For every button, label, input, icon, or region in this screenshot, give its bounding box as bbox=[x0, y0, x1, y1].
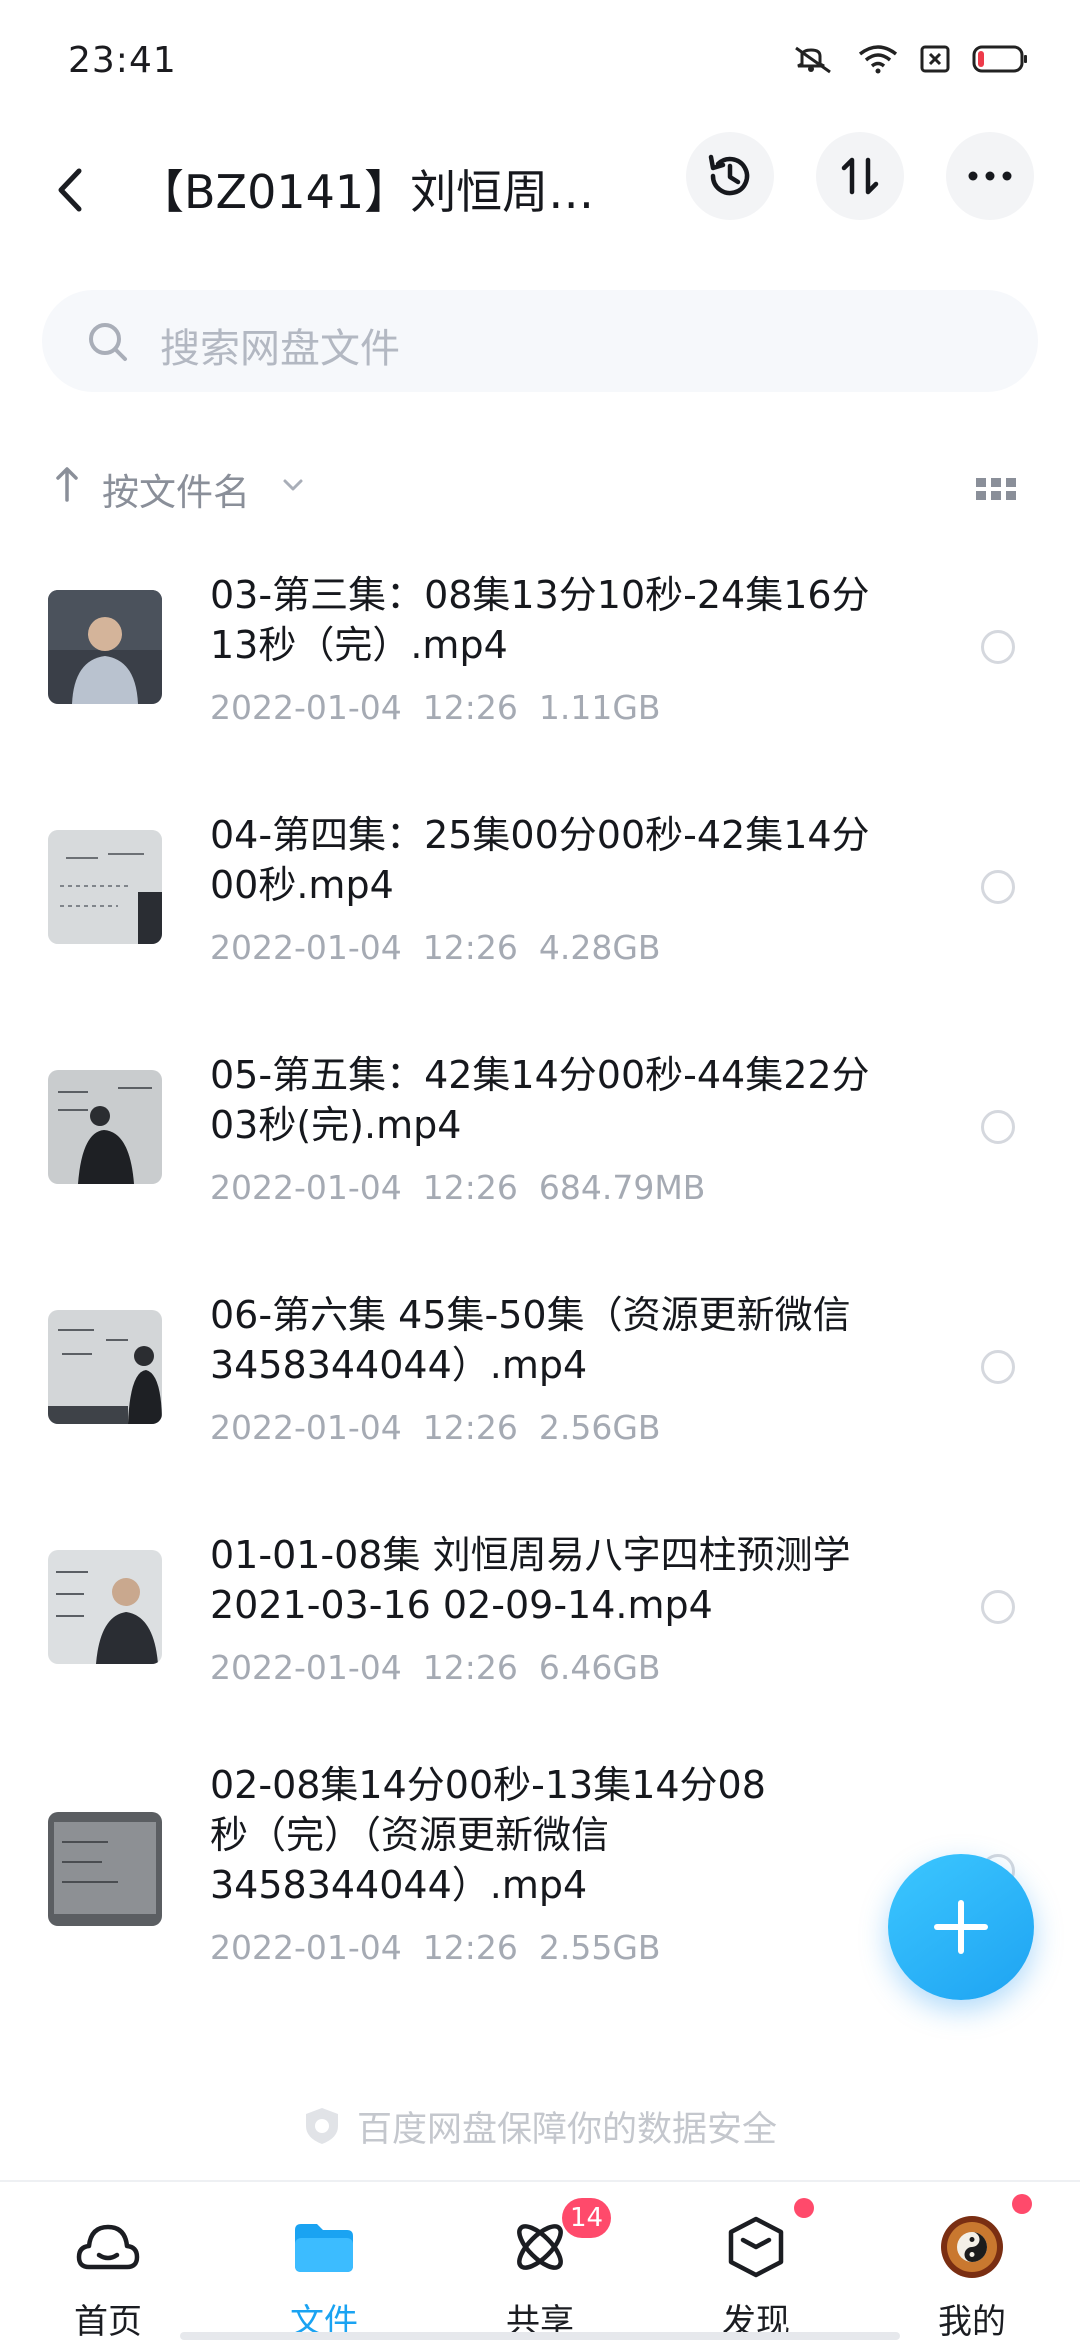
file-size: 1.11GB bbox=[538, 688, 661, 727]
select-checkbox[interactable] bbox=[981, 870, 1015, 904]
select-checkbox[interactable] bbox=[981, 1350, 1015, 1384]
file-name: 04-第四集：25集00分00秒-42集14分00秒.mp4 bbox=[210, 813, 870, 907]
transfer-arrows-icon bbox=[841, 157, 879, 195]
discover-badge-dot bbox=[794, 2198, 814, 2218]
select-checkbox[interactable] bbox=[981, 630, 1015, 664]
file-meta: 2022-01-04 12:26 2.56GB bbox=[210, 1408, 661, 1447]
file-date: 2022-01-04 12:26 bbox=[210, 1408, 518, 1447]
file-date: 2022-01-04 12:26 bbox=[210, 688, 518, 727]
plus-icon bbox=[934, 1900, 988, 1954]
file-date: 2022-01-04 12:26 bbox=[210, 1648, 518, 1687]
more-button[interactable] bbox=[946, 132, 1034, 220]
file-date: 2022-01-04 12:26 bbox=[210, 928, 518, 967]
file-name: 03-第三集：08集13分10秒-24集16分13秒（完）.mp4 bbox=[210, 573, 870, 667]
profile-badge-dot bbox=[1012, 2194, 1032, 2214]
file-size: 2.56GB bbox=[538, 1408, 661, 1447]
video-thumbnail bbox=[48, 1812, 162, 1926]
file-size: 684.79MB bbox=[538, 1168, 706, 1207]
search-input[interactable]: 搜索网盘文件 bbox=[42, 290, 1038, 392]
transfer-button[interactable] bbox=[816, 132, 904, 220]
list-item[interactable]: 04-第四集：25集00分00秒-42集14分00秒.mp4 2022-01-0… bbox=[0, 800, 1080, 1040]
chevron-down-icon[interactable] bbox=[282, 478, 304, 492]
safety-note-text: 百度网盘保障你的数据安全 bbox=[356, 2109, 777, 2150]
folder-icon bbox=[289, 2212, 359, 2282]
sort-bar: 按文件名 bbox=[0, 456, 1080, 520]
wifi-icon bbox=[858, 45, 898, 74]
video-thumbnail bbox=[48, 590, 162, 704]
share-badge-count: 14 bbox=[562, 2198, 612, 2238]
file-name: 06-第六集 45集-50集（资源更新微信3458344044）.mp4 bbox=[210, 1293, 851, 1387]
file-size: 2.55GB bbox=[538, 1928, 661, 1967]
select-checkbox[interactable] bbox=[981, 1110, 1015, 1144]
add-button[interactable] bbox=[888, 1854, 1034, 2000]
nav-item-profile[interactable]: 我的 bbox=[864, 2182, 1080, 2340]
select-checkbox[interactable] bbox=[981, 1590, 1015, 1624]
more-dots-icon bbox=[968, 171, 1012, 181]
nav-item-files[interactable]: 文件 bbox=[216, 2182, 432, 2340]
sort-by-name-button[interactable]: 按文件名 bbox=[102, 462, 250, 516]
sort-ascending-icon[interactable] bbox=[54, 466, 80, 502]
list-item[interactable]: 01-01-08集 刘恒周易八字四柱预测学2021-03-16 02-09-14… bbox=[0, 1520, 1080, 1760]
back-button[interactable] bbox=[40, 152, 100, 228]
mute-icon bbox=[795, 46, 831, 74]
file-name: 01-01-08集 刘恒周易八字四柱预测学2021-03-16 02-09-14… bbox=[210, 1533, 851, 1627]
folder-title: 【BZ0141】刘恒周… bbox=[138, 165, 595, 219]
chevron-left-icon bbox=[58, 168, 82, 212]
file-size: 4.28GB bbox=[538, 928, 661, 967]
file-meta: 2022-01-04 12:26 1.11GB bbox=[210, 688, 661, 727]
file-name: 02-08集14分00秒-13集14分08秒（完）（资源更新微信34583440… bbox=[210, 1763, 766, 1907]
discover-cube-icon bbox=[721, 2212, 791, 2282]
status-bar: 23:41 bbox=[0, 0, 1080, 130]
file-date: 2022-01-04 12:26 bbox=[210, 1928, 518, 1967]
video-thumbnail bbox=[48, 830, 162, 944]
shield-icon bbox=[305, 2108, 338, 2144]
home-indicator bbox=[180, 2332, 900, 2340]
video-thumbnail bbox=[48, 1550, 162, 1664]
file-name: 05-第五集：42集14分00秒-44集22分03秒(完).mp4 bbox=[210, 1053, 870, 1147]
history-icon bbox=[708, 154, 750, 196]
file-meta: 2022-01-04 12:26 2.55GB bbox=[210, 1928, 661, 1967]
grid-view-icon[interactable] bbox=[974, 476, 1018, 502]
header: 【BZ0141】刘恒周… bbox=[0, 130, 1080, 250]
video-thumbnail bbox=[48, 1310, 162, 1424]
nav-item-discover[interactable]: 发现 bbox=[648, 2182, 864, 2340]
sim-card-icon bbox=[920, 45, 950, 73]
file-meta: 2022-01-04 12:26 4.28GB bbox=[210, 928, 661, 967]
cloud-home-icon bbox=[73, 2212, 143, 2282]
bottom-nav: 首页 文件 14 共享 发现 我的 bbox=[0, 2180, 1080, 2340]
battery-icon bbox=[972, 45, 1027, 73]
list-item[interactable]: 06-第六集 45集-50集（资源更新微信3458344044）.mp4 202… bbox=[0, 1280, 1080, 1520]
search-placeholder: 搜索网盘文件 bbox=[160, 326, 400, 372]
file-size: 6.46GB bbox=[538, 1648, 661, 1687]
file-meta: 2022-01-04 12:26 6.46GB bbox=[210, 1648, 661, 1687]
file-meta: 2022-01-04 12:26 684.79MB bbox=[210, 1168, 705, 1207]
video-thumbnail bbox=[48, 1070, 162, 1184]
safety-note: 百度网盘保障你的数据安全 bbox=[0, 2096, 1080, 2156]
status-icons bbox=[790, 44, 1028, 74]
nav-item-share[interactable]: 14 共享 bbox=[432, 2182, 648, 2340]
search-icon bbox=[89, 323, 127, 361]
status-time: 23:41 bbox=[68, 40, 177, 81]
nav-item-home[interactable]: 首页 bbox=[0, 2182, 216, 2340]
list-item[interactable]: 03-第三集：08集13分10秒-24集16分13秒（完）.mp4 2022-0… bbox=[0, 560, 1080, 800]
avatar-icon bbox=[937, 2212, 1007, 2282]
file-date: 2022-01-04 12:26 bbox=[210, 1168, 518, 1207]
history-button[interactable] bbox=[686, 132, 774, 220]
list-item[interactable]: 05-第五集：42集14分00秒-44集22分03秒(完).mp4 2022-0… bbox=[0, 1040, 1080, 1280]
